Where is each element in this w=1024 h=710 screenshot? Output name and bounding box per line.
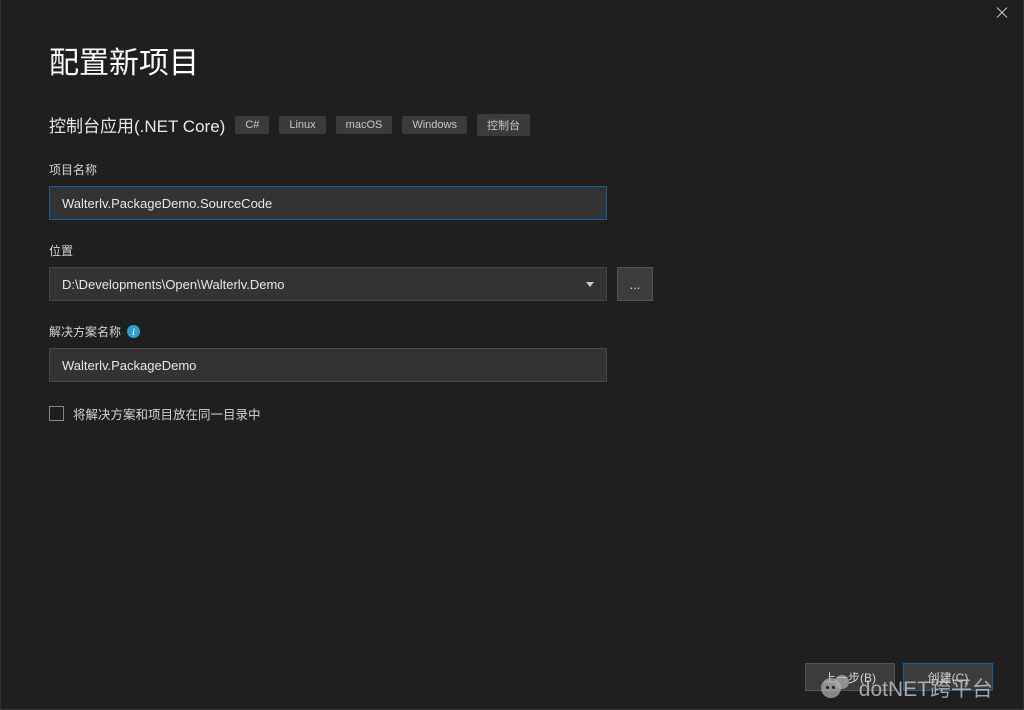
solution-name-group: 解决方案名称 i (49, 323, 975, 382)
tag-linux: Linux (279, 116, 325, 134)
location-group: 位置 D:\Developments\Open\Walterlv.Demo ..… (49, 242, 975, 301)
tag-macos: macOS (336, 116, 393, 134)
back-button[interactable]: 上一步(B) (805, 663, 895, 691)
location-combobox[interactable]: D:\Developments\Open\Walterlv.Demo (49, 267, 607, 301)
create-button[interactable]: 创建(C) (903, 663, 993, 691)
project-name-label: 项目名称 (49, 161, 975, 178)
location-label: 位置 (49, 242, 975, 259)
subtitle-row: 控制台应用(.NET Core) C# Linux macOS Windows … (49, 112, 975, 137)
same-directory-row[interactable]: 将解决方案和项目放在同一目录中 (49, 404, 975, 423)
solution-name-label: 解决方案名称 (49, 323, 121, 340)
solution-name-input[interactable] (49, 348, 607, 382)
project-template-name: 控制台应用(.NET Core) (49, 112, 225, 137)
titlebar (1, 0, 1023, 30)
browse-button[interactable]: ... (617, 267, 653, 301)
page-title: 配置新项目 (49, 38, 975, 82)
info-icon[interactable]: i (127, 325, 140, 338)
tag-csharp: C# (235, 116, 269, 134)
location-value: D:\Developments\Open\Walterlv.Demo (62, 277, 285, 292)
project-name-input[interactable] (49, 186, 607, 220)
chevron-down-icon (586, 282, 594, 287)
tag-console: 控制台 (477, 114, 530, 136)
same-directory-checkbox[interactable] (49, 406, 64, 421)
dialog-content: 配置新项目 控制台应用(.NET Core) C# Linux macOS Wi… (1, 30, 1023, 423)
close-icon[interactable] (995, 6, 1009, 20)
dialog-footer: 上一步(B) 创建(C) (805, 663, 993, 691)
tag-windows: Windows (402, 116, 467, 134)
project-name-group: 项目名称 (49, 161, 975, 220)
same-directory-label: 将解决方案和项目放在同一目录中 (73, 404, 261, 423)
